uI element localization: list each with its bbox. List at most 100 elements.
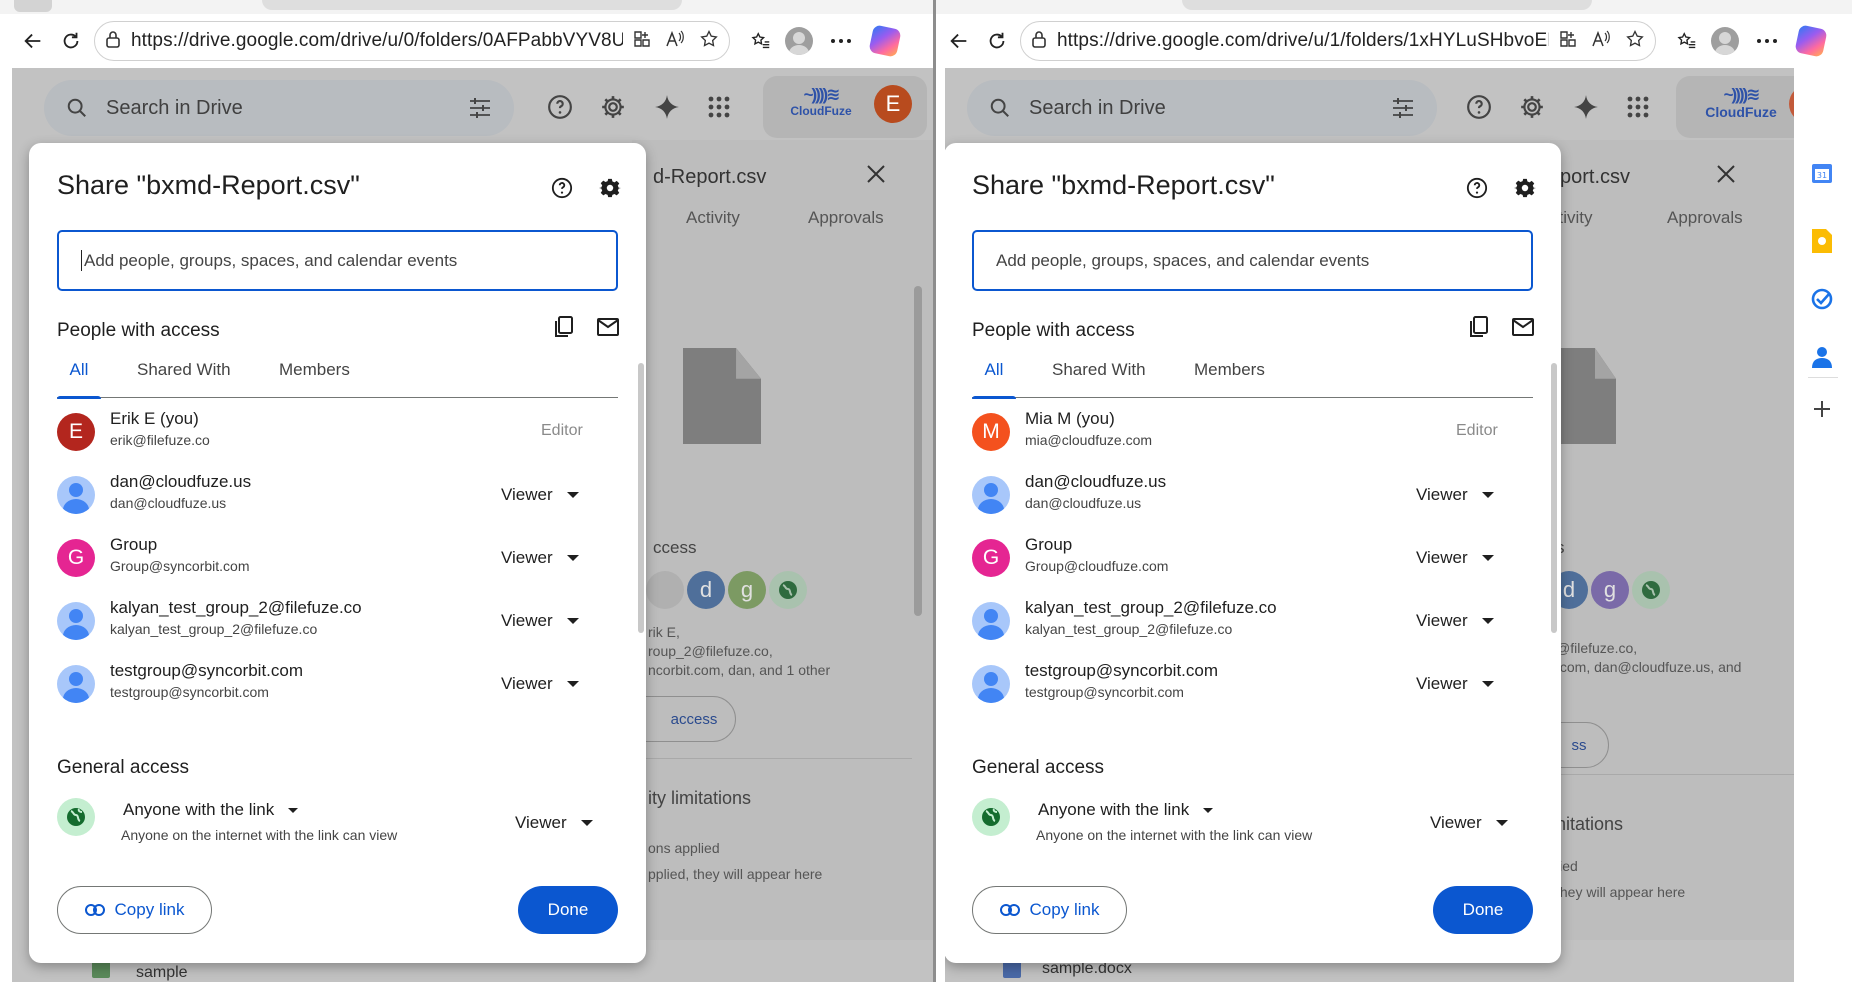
people-list: E Erik E (you) erik@filefuze.co Editor d… [57,401,618,716]
dialog-scrollbar[interactable] [638,363,644,633]
more-menu-icon[interactable] [1748,22,1786,60]
settings-icon[interactable] [1515,90,1549,124]
lock-icon[interactable] [105,30,121,53]
calendar-icon[interactable]: 31 [1810,161,1834,185]
details-scrollbar[interactable] [914,286,922,616]
copilot-icon[interactable] [1792,22,1830,60]
person-avatar: G [57,539,95,577]
tab-members[interactable]: Members [1194,352,1265,398]
link-role-dropdown[interactable]: Viewer [515,813,593,833]
settings-icon[interactable] [596,90,630,124]
details-tab-activity[interactable]: Activity [686,208,740,228]
help-icon[interactable] [1464,175,1490,201]
profile-icon[interactable] [1706,22,1744,60]
back-icon[interactable] [14,22,52,60]
copilot-icon[interactable] [866,22,904,60]
link-icon [999,904,1020,916]
link-role-dropdown[interactable]: Viewer [1430,813,1508,833]
lock-icon[interactable] [1031,30,1047,53]
help-icon[interactable] [543,90,577,124]
tab-shared-with[interactable]: Shared With [137,352,231,398]
browser-tab[interactable] [1182,0,1592,10]
person-avatar: E [57,413,95,451]
help-icon[interactable] [1462,90,1496,124]
role-dropdown[interactable]: Viewer [1416,548,1494,568]
copy-link-button[interactable]: Copy link [972,886,1127,934]
file-list-item[interactable]: sample [136,964,188,982]
details-close-icon[interactable] [866,164,886,189]
sharing-settings-icon[interactable] [1512,175,1538,201]
read-aloud-icon[interactable] [665,30,685,53]
account-avatar[interactable]: E [874,85,912,123]
favorite-star-icon[interactable] [699,29,719,54]
copy-emails-icon[interactable] [1466,314,1492,340]
tab-all[interactable]: All [57,352,101,399]
cloudfuze-logo: ~))))≋ CloudFuze [790,85,852,118]
drive-search-bar[interactable]: Search in Drive [44,80,514,136]
done-button[interactable]: Done [1433,886,1533,934]
add-icon[interactable] [1810,397,1834,421]
role-dropdown[interactable]: Viewer [1416,674,1494,694]
refresh-icon[interactable] [52,22,90,60]
access-avatar-user [646,571,684,609]
email-collaborators-icon[interactable] [595,314,621,340]
keep-icon[interactable] [1810,229,1834,253]
details-tab-approvals[interactable]: Approvals [808,208,884,228]
details-close-icon[interactable] [1716,164,1736,189]
more-menu-icon[interactable] [822,22,860,60]
general-access-dropdown[interactable]: Anyone with the link [123,800,299,820]
details-tab-approvals[interactable]: Approvals [1667,208,1743,228]
address-bar[interactable]: https://drive.google.com/drive/u/0/folde… [94,21,730,61]
help-icon[interactable] [549,175,575,201]
app-available-icon[interactable] [1559,30,1577,53]
svg-text:31: 31 [1817,171,1827,180]
favorites-icon[interactable] [742,22,780,60]
drive-search-bar[interactable]: Search in Drive [967,80,1437,136]
app-available-icon[interactable] [633,30,651,53]
tab-shared-with[interactable]: Shared With [1052,352,1146,398]
browser-tab[interactable] [262,0,682,10]
refresh-icon[interactable] [978,22,1016,60]
address-bar[interactable]: https://drive.google.com/drive/u/1/folde… [1020,21,1656,61]
search-filter-icon[interactable] [1391,97,1415,119]
general-access-dropdown[interactable]: Anyone with the link [1038,800,1214,820]
contacts-icon[interactable] [1810,345,1834,369]
gemini-icon[interactable] [1569,90,1603,124]
role-dropdown[interactable]: Viewer [1416,485,1494,505]
back-icon[interactable] [940,22,978,60]
apps-grid-icon[interactable] [1621,90,1655,124]
url-text[interactable]: https://drive.google.com/drive/u/1/folde… [1057,30,1549,52]
current-tab[interactable] [14,0,52,12]
profile-icon[interactable] [780,22,818,60]
tab-all[interactable]: All [972,352,1016,399]
sharing-settings-icon[interactable] [597,175,623,201]
read-aloud-icon[interactable] [1591,30,1611,53]
right-browser-window: https://drive.google.com/drive/u/1/folde… [936,0,1852,982]
role-dropdown[interactable]: Viewer [1416,611,1494,631]
add-people-input[interactable]: Add people, groups, spaces, and calendar… [972,230,1533,291]
email-collaborators-icon[interactable] [1510,314,1536,340]
tab-members[interactable]: Members [279,352,350,398]
role-dropdown[interactable]: Viewer [501,611,579,631]
copy-link-button[interactable]: Copy link [57,886,212,934]
person-name: kalyan_test_group_2@filefuze.co [110,598,362,617]
tasks-icon[interactable] [1810,287,1834,311]
copy-emails-icon[interactable] [551,314,577,340]
dialog-scrollbar[interactable] [1551,363,1557,633]
globe-icon [57,798,95,836]
person-avatar [972,665,1010,703]
url-text[interactable]: https://drive.google.com/drive/u/0/folde… [131,30,623,52]
search-filter-icon[interactable] [468,97,492,119]
apps-grid-icon[interactable] [702,90,736,124]
access-line-2: .com, dan@cloudfuze.us, and [1556,659,1742,675]
favorites-icon[interactable] [1668,22,1706,60]
search-placeholder: Search in Drive [106,96,243,119]
limitations-line-1: ons applied [648,840,720,856]
favorite-star-icon[interactable] [1625,29,1645,54]
role-dropdown[interactable]: Viewer [501,548,579,568]
role-dropdown[interactable]: Viewer [501,485,579,505]
add-people-input[interactable]: Add people, groups, spaces, and calendar… [57,230,618,291]
done-button[interactable]: Done [518,886,618,934]
role-dropdown[interactable]: Viewer [501,674,579,694]
gemini-icon[interactable] [650,90,684,124]
